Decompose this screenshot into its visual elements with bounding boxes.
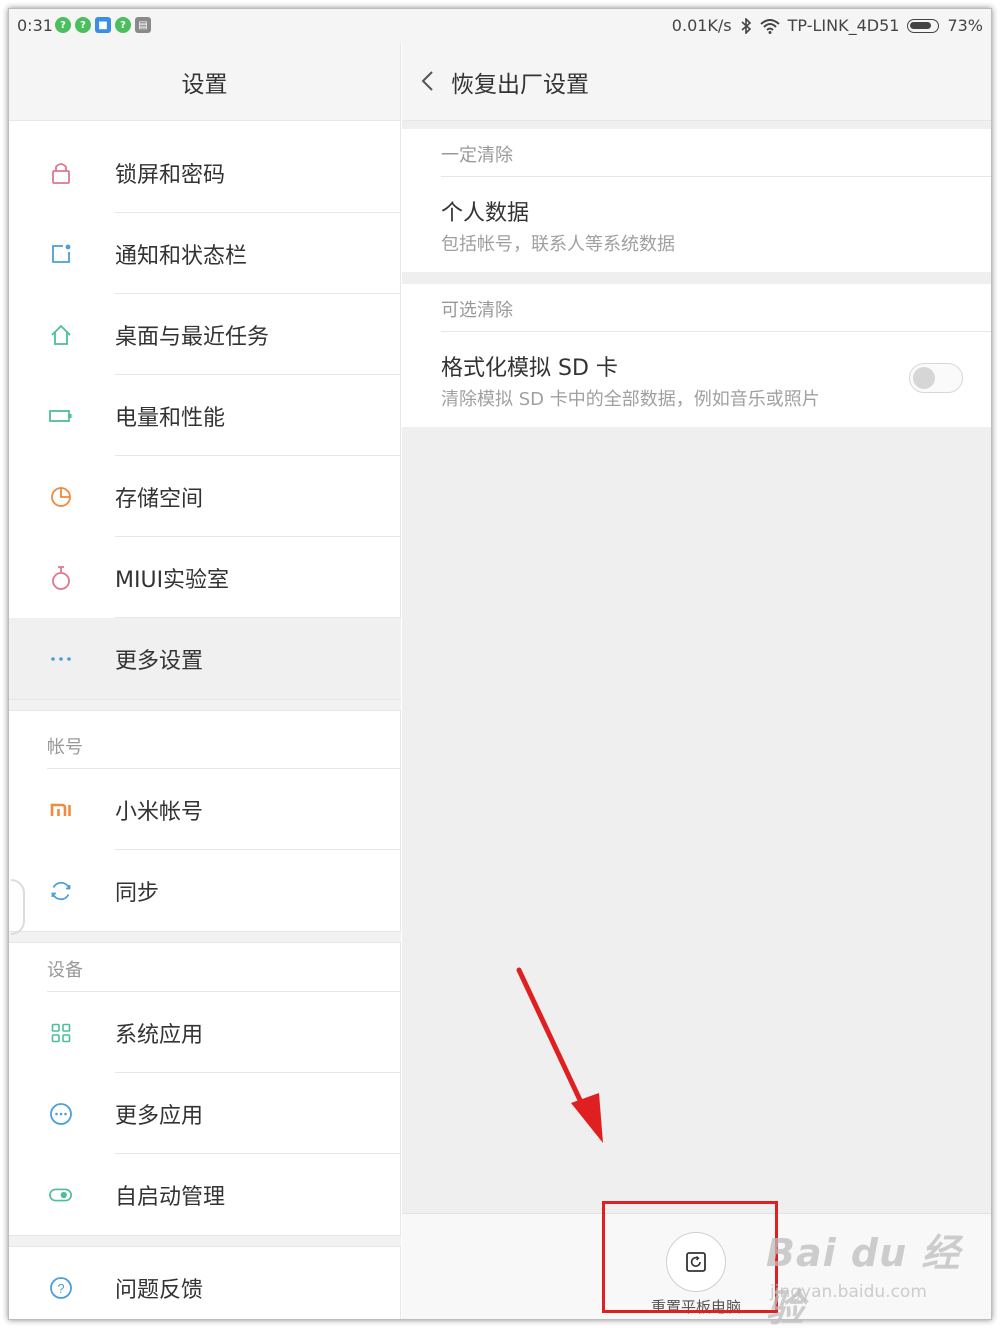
required-clear-card: 一定清除 个人数据 包括帐号，联系人等系统数据 xyxy=(402,129,991,272)
home-icon xyxy=(49,323,73,347)
divider xyxy=(441,176,991,177)
flask-icon xyxy=(49,565,73,590)
sidebar-item-autostart[interactable]: 自启动管理 xyxy=(9,1154,401,1235)
page-title: 恢复出厂设置 xyxy=(451,71,589,98)
section-header-device: 设备 xyxy=(47,960,83,981)
svg-text:?: ? xyxy=(57,1281,64,1296)
help-icon: ? xyxy=(49,1276,73,1300)
sidebar-title: 设置 xyxy=(9,43,400,121)
status-bar: 0:31 ? ? ■ ? ▤ 0.01K/s TP-LINK_4D51 73% xyxy=(9,9,991,43)
notification-icons: ? ? ■ ? ▤ xyxy=(55,17,151,33)
settings-sidebar: 设置 锁屏和密码 通知和状态栏 桌面与最近任务 电量和性能 存储空间 MIUI实… xyxy=(9,43,401,1319)
personal-data-title: 个人数据 xyxy=(441,201,530,226)
green-chat-icon: ? xyxy=(55,17,71,33)
section-gap xyxy=(9,699,401,711)
more-circle-icon xyxy=(49,1102,73,1126)
sidebar-item-label: 小米帐号 xyxy=(115,799,204,825)
annotation-arrow xyxy=(516,967,603,1143)
sidebar-item-label: MIUI实验室 xyxy=(115,567,230,593)
gray-app-icon: ▤ xyxy=(135,17,151,33)
sidebar-item-more-apps[interactable]: 更多应用 xyxy=(9,1073,401,1154)
personal-data-subtitle: 包括帐号，联系人等系统数据 xyxy=(441,234,675,255)
sidebar-item-feedback[interactable]: ? 问题反馈 xyxy=(9,1247,401,1319)
annotation-highlight-box xyxy=(602,1201,778,1313)
sidebar-item-desktop[interactable]: 桌面与最近任务 xyxy=(9,294,401,375)
notification-icon xyxy=(49,242,73,266)
sync-icon xyxy=(49,879,73,903)
section-header-account: 帐号 xyxy=(47,737,83,758)
lock-icon xyxy=(49,161,73,185)
sidebar-item-label: 问题反馈 xyxy=(115,1277,204,1303)
sidebar-item-label: 更多设置 xyxy=(115,648,204,674)
format-sd-title: 格式化模拟 SD 卡 xyxy=(441,356,618,381)
factory-reset-panel: 恢复出厂设置 一定清除 个人数据 包括帐号，联系人等系统数据 可选清除 格式化模… xyxy=(402,43,991,1319)
green-chat-icon: ? xyxy=(75,17,91,33)
sidebar-item-sync[interactable]: 同步 xyxy=(9,850,401,931)
bluetooth-icon xyxy=(741,17,751,34)
battery-icon xyxy=(49,404,73,428)
mi-logo-icon xyxy=(49,798,73,822)
battery-percent: 73% xyxy=(947,16,983,35)
detail-header: 恢复出厂设置 xyxy=(402,43,991,121)
sidebar-item-notifications[interactable]: 通知和状态栏 xyxy=(9,213,401,294)
baidu-watermark: Bai du 经验 jingyan.baidu.com xyxy=(766,1222,966,1328)
sidebar-item-label: 同步 xyxy=(115,880,160,906)
battery-icon xyxy=(907,18,940,33)
green-chat-icon: ? xyxy=(115,17,131,33)
sidebar-item-lock-screen[interactable]: 锁屏和密码 xyxy=(9,132,401,213)
sidebar-item-more-settings[interactable]: 更多设置 xyxy=(9,618,401,699)
sidebar-item-label: 自启动管理 xyxy=(115,1184,226,1210)
grid-icon xyxy=(49,1021,73,1045)
sidebar-item-storage[interactable]: 存储空间 xyxy=(9,456,401,537)
toggle-knob xyxy=(913,367,935,389)
watermark-logo: Bai du 经验 xyxy=(766,1231,961,1328)
sidebar-item-label: 系统应用 xyxy=(115,1022,204,1048)
format-sd-toggle[interactable] xyxy=(909,363,963,393)
toggle-icon xyxy=(49,1183,73,1207)
sidebar-item-label: 桌面与最近任务 xyxy=(115,324,270,350)
sidebar-item-battery[interactable]: 电量和性能 xyxy=(9,375,401,456)
section-header-optional: 可选清除 xyxy=(441,300,513,321)
more-dots-icon xyxy=(49,647,73,671)
sidebar-item-system-apps[interactable]: 系统应用 xyxy=(9,992,401,1073)
status-time: 0:31 xyxy=(17,16,53,35)
watermark-url: jingyan.baidu.com xyxy=(770,1282,927,1302)
sidebar-item-miui-lab[interactable]: MIUI实验室 xyxy=(9,537,401,618)
optional-clear-card: 可选清除 格式化模拟 SD 卡 清除模拟 SD 卡中的全部数据，例如音乐或照片 xyxy=(402,284,991,427)
section-gap xyxy=(9,1235,401,1247)
section-gap xyxy=(9,931,401,943)
sidebar-item-label: 电量和性能 xyxy=(115,405,226,431)
blue-app-icon: ■ xyxy=(95,17,111,33)
wifi-icon xyxy=(759,18,780,34)
back-arrow-icon[interactable] xyxy=(418,69,438,93)
sidebar-item-mi-account[interactable]: 小米帐号 xyxy=(9,769,401,850)
section-header-required: 一定清除 xyxy=(441,145,513,166)
sidebar-item-label: 通知和状态栏 xyxy=(115,243,248,269)
status-right: 0.01K/s TP-LINK_4D51 73% xyxy=(672,16,983,35)
sidebar-item-label: 锁屏和密码 xyxy=(115,162,226,188)
wifi-name: TP-LINK_4D51 xyxy=(787,16,900,35)
divider xyxy=(441,331,991,332)
screenshot-frame: 0:31 ? ? ■ ? ▤ 0.01K/s TP-LINK_4D51 73% … xyxy=(8,8,992,1320)
sidebar-item-label: 存储空间 xyxy=(115,486,204,512)
net-speed: 0.01K/s xyxy=(671,16,732,35)
pie-chart-icon xyxy=(49,485,73,509)
edge-swipe-handle[interactable] xyxy=(11,879,25,935)
sidebar-item-label: 更多应用 xyxy=(115,1103,204,1129)
format-sd-subtitle: 清除模拟 SD 卡中的全部数据，例如音乐或照片 xyxy=(441,389,820,410)
